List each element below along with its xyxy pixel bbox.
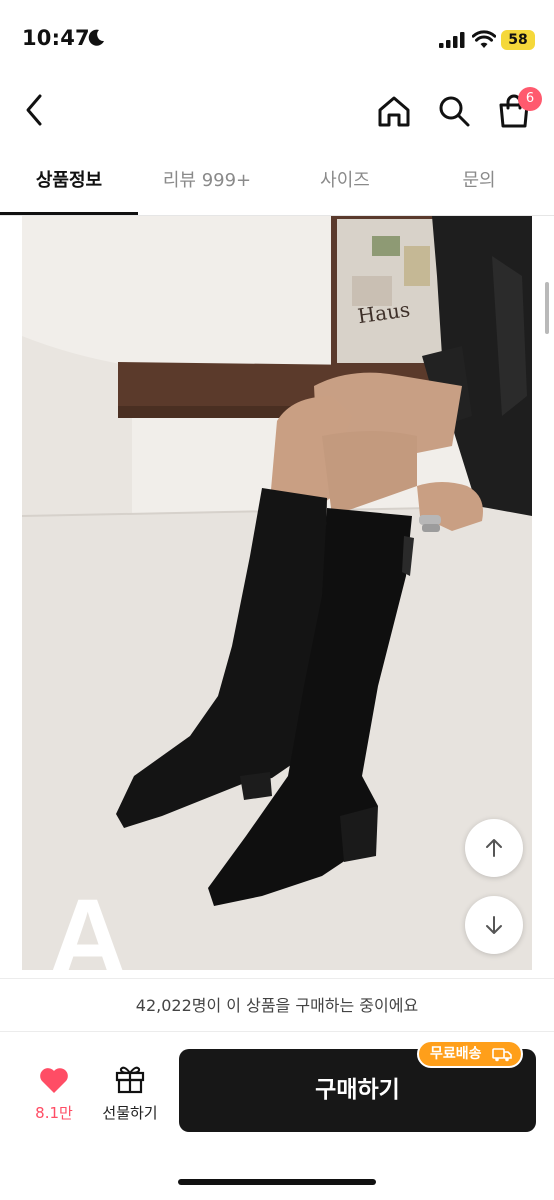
home-indicator: [178, 1179, 376, 1185]
nav-header: [0, 78, 554, 144]
arrow-down-icon: [486, 916, 502, 934]
like-count: 8.1만: [35, 1104, 73, 1122]
moon-icon: [88, 29, 104, 46]
free-shipping-label: 무료배송: [430, 1046, 482, 1062]
boots-photo: Haus A: [22, 216, 532, 970]
status-bar: 10:47 58: [0, 0, 554, 78]
scroll-indicator[interactable]: [545, 282, 549, 334]
truck-icon: [492, 1048, 512, 1062]
arrow-up-icon: [486, 839, 502, 857]
product-image: Haus A: [22, 216, 532, 970]
tab-reviews[interactable]: 리뷰 999+: [138, 150, 276, 216]
gift-button[interactable]: 선물하기: [96, 1064, 164, 1123]
heart-icon: [40, 1068, 68, 1093]
gift-label: 선물하기: [102, 1104, 158, 1122]
tab-product-info[interactable]: 상품정보: [0, 150, 138, 216]
battery-indicator: 58: [501, 30, 535, 50]
bottom-action-bar: 8.1만 선물하기 구매하기 무료배송: [0, 1032, 554, 1200]
like-button[interactable]: 8.1만: [26, 1066, 82, 1123]
active-tab-indicator: [0, 212, 138, 215]
status-time: 10:47: [22, 26, 90, 50]
tab-inquiry[interactable]: 문의: [410, 150, 548, 216]
wifi-icon: [472, 30, 496, 48]
back-icon[interactable]: [20, 92, 52, 128]
gift-icon: [115, 1066, 145, 1094]
home-icon[interactable]: [374, 91, 414, 131]
cart-count-badge: 6: [518, 87, 542, 111]
free-shipping-badge: 무료배송: [417, 1040, 523, 1068]
scroll-down-button[interactable]: [465, 896, 523, 954]
signal-icon: [439, 32, 465, 48]
svg-text:A: A: [48, 877, 127, 970]
scroll-up-button[interactable]: [465, 819, 523, 877]
search-icon[interactable]: [434, 91, 474, 131]
product-tabs: 상품정보 리뷰 999+ 사이즈 문의: [0, 150, 554, 216]
purchase-activity-text: 42,022명이 이 상품을 구매하는 중이에요: [0, 978, 554, 1032]
tab-size[interactable]: 사이즈: [276, 150, 414, 216]
